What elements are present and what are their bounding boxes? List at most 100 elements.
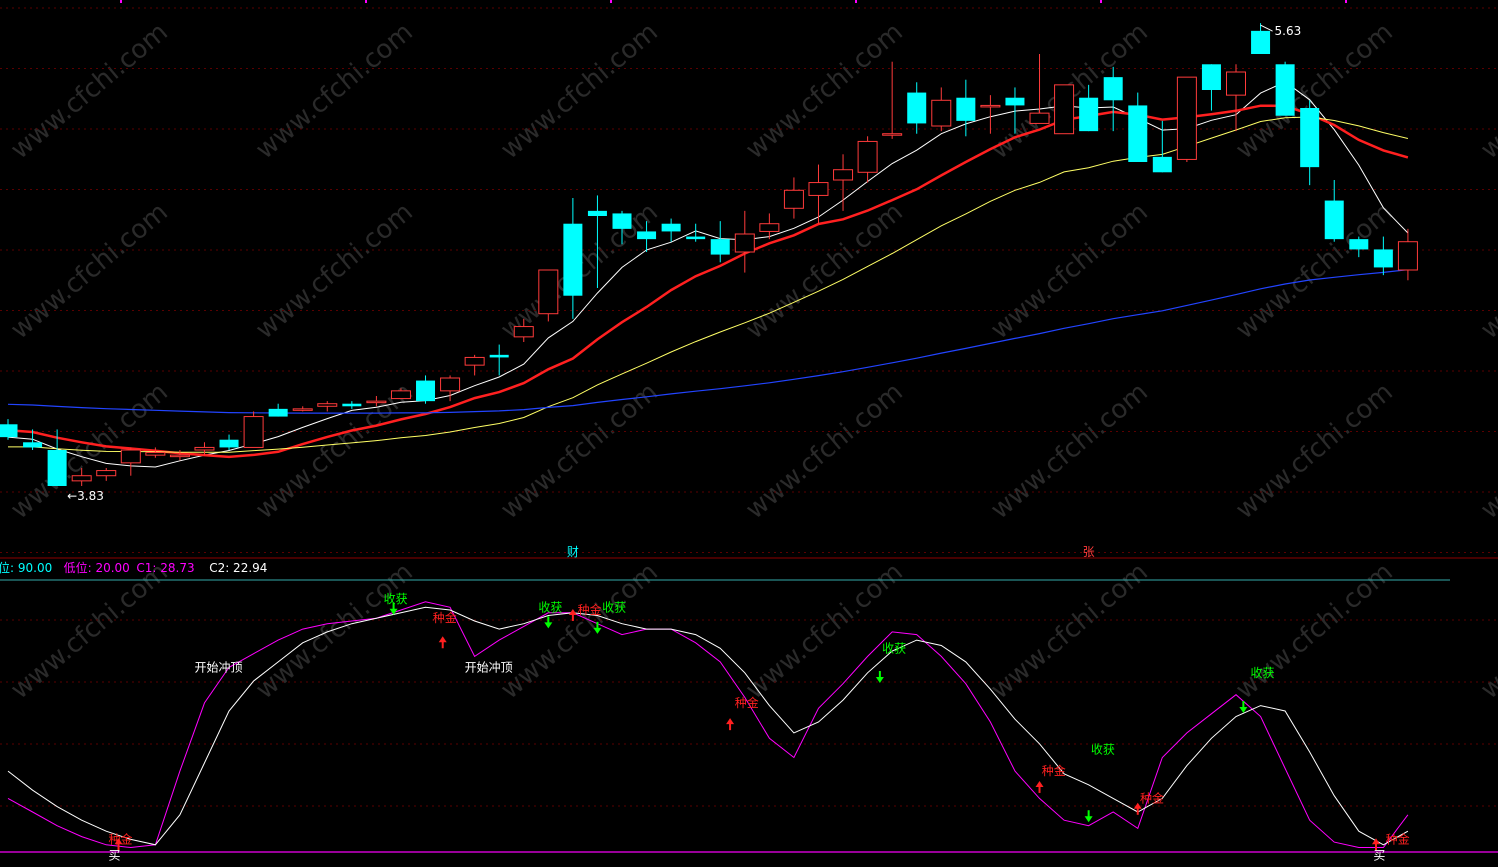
top-tick — [1100, 0, 1102, 3]
candle-up — [759, 213, 780, 240]
top-tick — [855, 0, 857, 3]
watermark-text: www.cfchi.com — [985, 557, 1154, 705]
signal-label: 种金 — [1042, 763, 1066, 778]
candle-down — [710, 221, 730, 263]
watermark-text: www.cfchi.com — [1475, 17, 1498, 165]
candle-up — [1397, 228, 1418, 281]
candle-down — [907, 82, 927, 134]
candle-down — [268, 403, 288, 417]
price-annotations: 5.63 ←3.83 财 张 — [67, 24, 1301, 559]
signal-label: 买 — [109, 849, 121, 863]
candle-up — [808, 164, 829, 224]
candle-up — [931, 87, 952, 132]
candle-up — [1029, 54, 1050, 124]
sell-arrow-icon — [1084, 810, 1093, 823]
event-marker: 财 — [567, 545, 579, 559]
candle-up — [243, 411, 264, 448]
watermark-text: www.cfchi.com — [985, 377, 1154, 525]
signal-label: 种金 — [109, 831, 133, 846]
candle-up — [1176, 76, 1197, 162]
buy-arrow-icon — [1035, 780, 1044, 793]
indicator-header-value: 低位: 20.00 — [64, 560, 130, 575]
watermark-text: www.cfchi.com — [1230, 197, 1399, 345]
signal-label: 种金 — [578, 602, 602, 617]
stock-chart: www.cfchi.com www.cfchi.com www.cfchi.com w… — [0, 0, 1498, 863]
watermark-text: www.cfchi.com — [740, 557, 909, 705]
candle-up — [857, 136, 878, 183]
watermark-layer: www.cfchi.com www.cfchi.com www.cfchi.com w… — [5, 17, 1498, 705]
indicator-header-value: 位: 90.00 — [0, 560, 52, 575]
candle-up — [96, 468, 117, 481]
signal-label: 开始冲顶 — [465, 659, 513, 674]
watermark-text: www.cfchi.com — [5, 17, 174, 165]
signal-label: 种金 — [1386, 831, 1410, 846]
indicator-C1-line — [7, 601, 1409, 849]
top-tick — [1345, 0, 1347, 3]
watermark-text: www.cfchi.com — [250, 557, 419, 705]
indicator-C2-line — [7, 606, 1409, 846]
candle-up — [1226, 64, 1246, 132]
candle-down — [1300, 100, 1320, 186]
candle-down — [0, 419, 18, 440]
signal-label: 开始冲顶 — [194, 659, 242, 674]
watermark-text: www.cfchi.com — [495, 17, 664, 165]
signal-label: 收获 — [1251, 666, 1275, 680]
signal-label: 收获 — [538, 600, 562, 614]
watermark-text: www.cfchi.com — [740, 197, 909, 345]
candle-down — [1152, 120, 1172, 173]
candle-up — [833, 154, 854, 211]
candle-down — [1275, 61, 1295, 116]
watermark-text: www.cfchi.com — [1475, 377, 1498, 525]
ma5-line — [7, 81, 1409, 468]
candle-up — [783, 177, 804, 219]
candle-up — [194, 442, 215, 456]
ma-lines — [7, 81, 1409, 468]
watermark-text: www.cfchi.com — [1475, 557, 1498, 705]
candle-up — [980, 95, 1001, 134]
indicator-header-value: C1: 28.73 — [136, 561, 194, 575]
candles — [0, 23, 1418, 486]
top-tick — [610, 0, 612, 3]
indicator-header-value: C2: 22.94 — [209, 561, 267, 575]
candle-down — [1251, 23, 1271, 54]
sell-arrow-icon — [875, 671, 884, 684]
watermark-text: www.cfchi.com — [5, 557, 174, 705]
price-extreme-label: 5.63 — [1275, 24, 1302, 38]
extreme-pointer — [1260, 24, 1273, 32]
ma20-line — [8, 116, 1409, 453]
candle-up — [464, 354, 485, 376]
candle-down — [219, 434, 239, 450]
signal-label: 收获 — [384, 592, 408, 606]
watermark-text: www.cfchi.com — [740, 377, 909, 525]
signal-label: 买 — [1373, 849, 1385, 863]
watermark-text: www.cfchi.com — [250, 17, 419, 165]
candle-up — [882, 61, 903, 139]
candle-down — [1373, 236, 1393, 276]
price-extreme-label: ←3.83 — [67, 489, 104, 503]
signal-label: 收获 — [602, 600, 626, 614]
signal-label: 收获 — [882, 641, 906, 655]
candle-down — [661, 218, 681, 242]
indicator-panel: 位: 90.00 低位: 20.00 C1: 28.73 C2: 22.94 开始冲顶 开… — [0, 560, 1498, 863]
candle-down — [416, 375, 436, 404]
candle-up — [734, 210, 755, 273]
watermark-text: www.cfchi.com — [1230, 377, 1399, 525]
ma10-line — [7, 104, 1409, 459]
signal-label: 种金 — [433, 610, 457, 625]
top-tick — [120, 0, 122, 3]
candle-up — [538, 269, 559, 322]
candle-down — [1201, 64, 1221, 111]
sell-arrow-icon — [544, 616, 553, 629]
ma60-line — [7, 269, 1408, 414]
buy-arrow-icon — [438, 636, 447, 649]
candle-up — [292, 406, 313, 412]
watermark-text: www.cfchi.com — [5, 197, 174, 345]
watermark-text: www.cfchi.com — [495, 377, 664, 525]
top-tick — [365, 0, 367, 3]
candle-up — [120, 447, 141, 476]
candle-down — [342, 401, 362, 409]
candle-down — [1128, 92, 1148, 162]
signal-label: 种金 — [735, 695, 759, 710]
watermark-text: www.cfchi.com — [985, 197, 1154, 345]
candle-down — [956, 79, 976, 137]
